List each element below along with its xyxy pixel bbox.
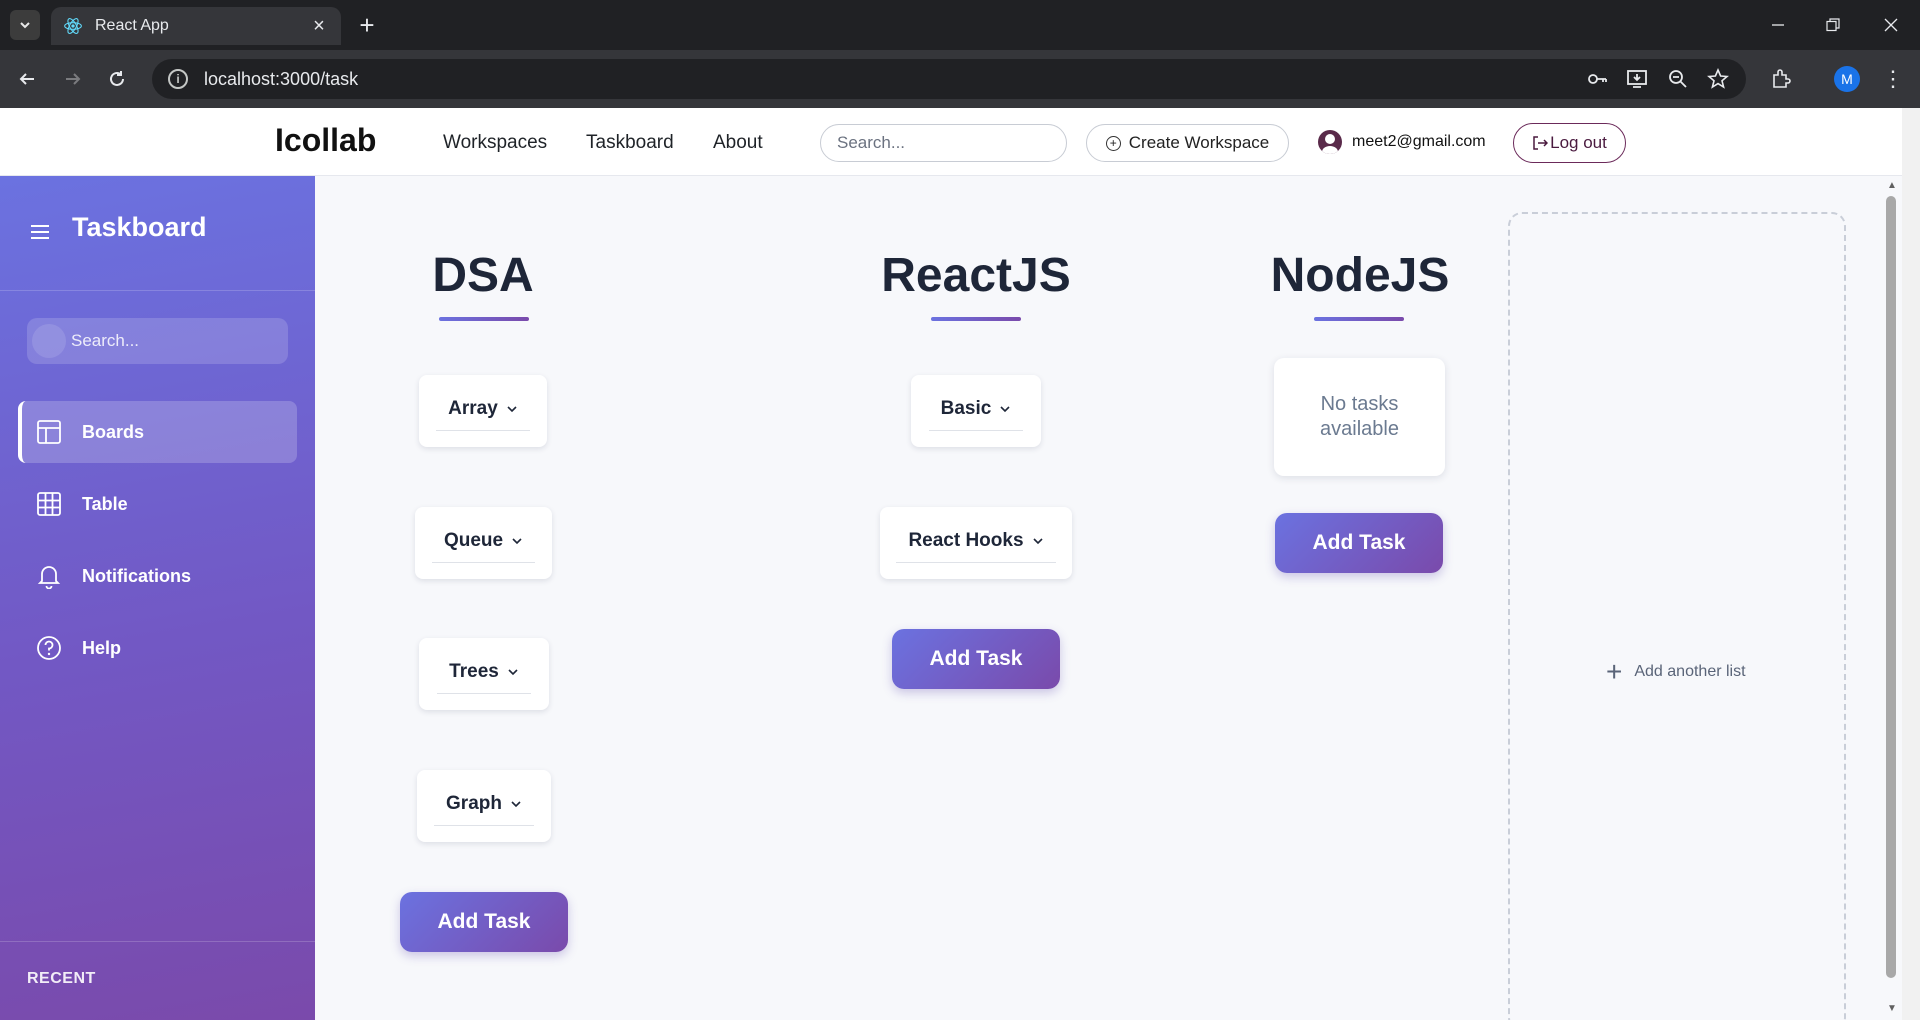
sidebar-divider: [0, 290, 315, 291]
user-info[interactable]: meet2@gmail.com: [1318, 130, 1486, 154]
task-card[interactable]: Array: [419, 375, 547, 447]
column-title-nodejs: NodeJS: [1270, 249, 1450, 302]
sidebar-item-table[interactable]: Table: [18, 473, 297, 535]
site-info-icon[interactable]: i: [168, 69, 188, 89]
sidebar-search-input[interactable]: [27, 318, 288, 364]
minimize-icon: [1772, 24, 1784, 26]
brand-logo[interactable]: Icollab: [275, 122, 376, 159]
chevron-down-icon: [508, 668, 518, 675]
close-icon[interactable]: ×: [309, 15, 329, 38]
add-list-label: Add another list: [1634, 663, 1746, 680]
create-workspace-button[interactable]: + Create Workspace: [1086, 124, 1289, 162]
extensions-icon[interactable]: [1766, 64, 1796, 94]
scroll-up-arrow-icon[interactable]: ▲: [1887, 180, 1897, 191]
logout-label: Log out: [1550, 133, 1607, 152]
task-label: Trees: [449, 660, 499, 682]
task-card[interactable]: Trees: [419, 638, 549, 710]
sidebar-item-notifications[interactable]: Notifications: [18, 545, 297, 607]
profile-avatar[interactable]: M: [1834, 66, 1860, 92]
restore-button[interactable]: [1818, 10, 1848, 40]
address-bar[interactable]: i localhost:3000/task: [152, 59, 1746, 99]
bell-icon: [37, 566, 61, 589]
add-task-button[interactable]: Add Task: [400, 892, 568, 952]
back-button[interactable]: [12, 64, 42, 94]
column-underline: [1314, 317, 1404, 321]
chevron-down-icon: [20, 22, 30, 29]
close-window-button[interactable]: [1876, 10, 1906, 40]
task-label: Array: [448, 397, 498, 419]
header-search-input[interactable]: [820, 124, 1067, 162]
logout-button[interactable]: Log out: [1513, 123, 1626, 163]
sidebar-item-boards[interactable]: Boards: [18, 401, 297, 463]
sidebar-divider: [0, 941, 315, 942]
sidebar-item-help[interactable]: Help: [18, 617, 297, 679]
plus-circle-icon: +: [1105, 135, 1121, 151]
install-app-icon[interactable]: [1622, 64, 1652, 94]
add-list-button[interactable]: + Add another list: [1606, 656, 1746, 688]
column-title-dsa: DSA: [432, 249, 534, 302]
more-menu-icon[interactable]: ⋮: [1880, 64, 1906, 94]
nav-about[interactable]: About: [713, 132, 763, 154]
reload-button[interactable]: [102, 64, 132, 94]
task-label: Graph: [446, 792, 502, 814]
bookmark-star-icon[interactable]: [1703, 64, 1733, 94]
task-card[interactable]: Queue: [415, 507, 552, 579]
task-label: Queue: [443, 529, 504, 551]
tab-title: React App: [95, 17, 169, 34]
restore-icon: [1826, 18, 1840, 32]
hamburger-menu-icon[interactable]: [28, 220, 52, 244]
task-card[interactable]: Graph: [417, 770, 551, 842]
create-workspace-label: Create Workspace: [1128, 133, 1270, 152]
chevron-down-icon: [1000, 405, 1010, 412]
chevron-down-icon: [511, 800, 521, 807]
arrow-right-icon: [66, 73, 81, 85]
user-avatar-icon: [1318, 130, 1342, 154]
task-card[interactable]: Basic: [911, 375, 1041, 447]
sidebar-item-label: Help: [82, 637, 122, 658]
sidebar-item-label: Table: [82, 493, 128, 514]
minimize-button[interactable]: [1763, 10, 1793, 40]
layout-icon: [37, 420, 61, 444]
column-underline: [439, 317, 529, 321]
reload-icon: [110, 71, 124, 86]
chevron-down-icon: [512, 537, 522, 544]
chevron-down-icon: [507, 405, 517, 412]
nav-workspaces[interactable]: Workspaces: [443, 132, 547, 154]
empty-tasks-message: No tasks available: [1274, 358, 1445, 476]
arrow-left-icon: [19, 73, 34, 85]
react-logo-icon: [64, 18, 82, 34]
add-list-dropzone[interactable]: [1508, 212, 1846, 1020]
plus-icon: +: [1606, 656, 1623, 687]
password-key-icon[interactable]: [1582, 64, 1612, 94]
zoom-icon[interactable]: [1663, 64, 1693, 94]
column-title-reactjs: ReactJS: [881, 249, 1071, 302]
new-tab-button[interactable]: +: [352, 10, 382, 40]
sidebar-item-label: Boards: [82, 421, 145, 442]
url-text: localhost:3000/task: [204, 68, 359, 89]
task-label: Basic: [940, 397, 992, 419]
column-underline: [931, 317, 1021, 321]
user-email: meet2@gmail.com: [1352, 133, 1486, 150]
sidebar-item-label: Notifications: [82, 565, 192, 586]
chevron-down-icon: [1032, 537, 1043, 544]
task-card[interactable]: React Hooks: [880, 507, 1072, 579]
scroll-down-arrow-icon[interactable]: ▼: [1887, 1003, 1897, 1014]
add-task-button[interactable]: Add Task: [1275, 513, 1443, 573]
sidebar-title: Taskboard: [72, 212, 207, 242]
page-scrollbar[interactable]: [1902, 108, 1920, 1020]
logout-icon: [1533, 136, 1549, 150]
task-label: React Hooks: [908, 529, 1024, 551]
nav-taskboard[interactable]: Taskboard: [586, 132, 674, 154]
scrollbar-thumb[interactable]: [1886, 196, 1896, 978]
browser-tab[interactable]: React App ×: [51, 7, 341, 45]
help-icon: [37, 636, 61, 660]
tab-search-button[interactable]: [10, 10, 40, 40]
close-icon: [1884, 18, 1898, 32]
forward-button[interactable]: [58, 64, 88, 94]
recent-section-label: RECENT: [27, 970, 96, 987]
table-icon: [37, 492, 61, 516]
add-task-button[interactable]: Add Task: [892, 629, 1060, 689]
